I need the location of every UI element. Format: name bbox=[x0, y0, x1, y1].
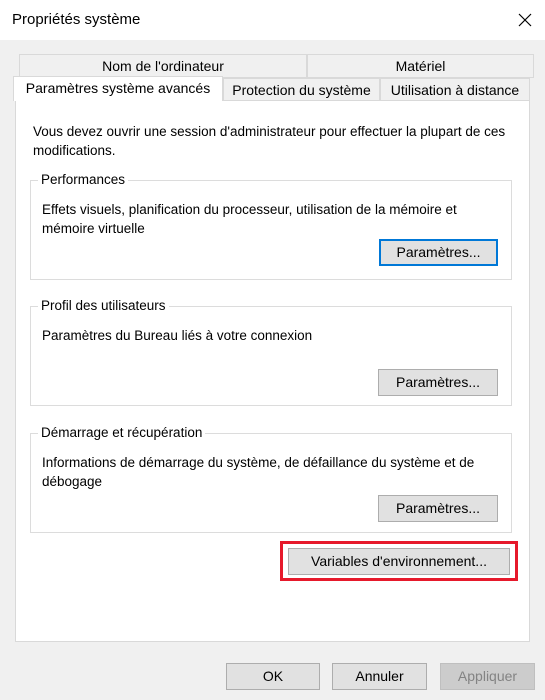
close-button[interactable] bbox=[505, 0, 545, 40]
title-bar: Propriétés système bbox=[0, 0, 545, 40]
tab-system-protection[interactable]: Protection du système bbox=[223, 78, 380, 102]
startup-recovery-description: Informations de démarrage du système, de… bbox=[42, 455, 475, 489]
admin-notice: Vous devez ouvrir une session d'administ… bbox=[33, 124, 506, 158]
startup-recovery-group-title: Démarrage et récupération bbox=[38, 424, 206, 442]
performance-settings-button[interactable]: Paramètres... bbox=[379, 239, 498, 266]
performance-group: Performances Effets visuels, planificati… bbox=[30, 171, 512, 280]
tab-computer-name[interactable]: Nom de l'ordinateur bbox=[19, 54, 307, 78]
ok-button[interactable]: OK bbox=[226, 663, 320, 690]
performance-group-title: Performances bbox=[38, 171, 129, 189]
performance-description: Effets visuels, planification du process… bbox=[42, 202, 457, 236]
tab-hardware[interactable]: Matériel bbox=[307, 54, 534, 78]
tab-advanced[interactable]: Paramètres système avancés bbox=[13, 76, 223, 101]
cancel-button[interactable]: Annuler bbox=[332, 663, 427, 690]
close-icon bbox=[518, 13, 532, 27]
user-profiles-group: Profil des utilisateurs Paramètres du Bu… bbox=[30, 297, 512, 406]
window-title: Propriétés système bbox=[12, 11, 141, 28]
user-profiles-group-title: Profil des utilisateurs bbox=[38, 297, 169, 315]
user-profiles-description: Paramètres du Bureau liés à votre connex… bbox=[42, 328, 313, 343]
highlight-box bbox=[280, 541, 518, 581]
startup-recovery-group: Démarrage et récupération Informations d… bbox=[30, 424, 512, 533]
tab-remote[interactable]: Utilisation à distance bbox=[380, 78, 530, 102]
apply-button[interactable]: Appliquer bbox=[440, 663, 535, 690]
footer-divider bbox=[0, 646, 545, 647]
user-profiles-settings-button[interactable]: Paramètres... bbox=[378, 369, 498, 396]
startup-recovery-settings-button[interactable]: Paramètres... bbox=[378, 495, 498, 522]
